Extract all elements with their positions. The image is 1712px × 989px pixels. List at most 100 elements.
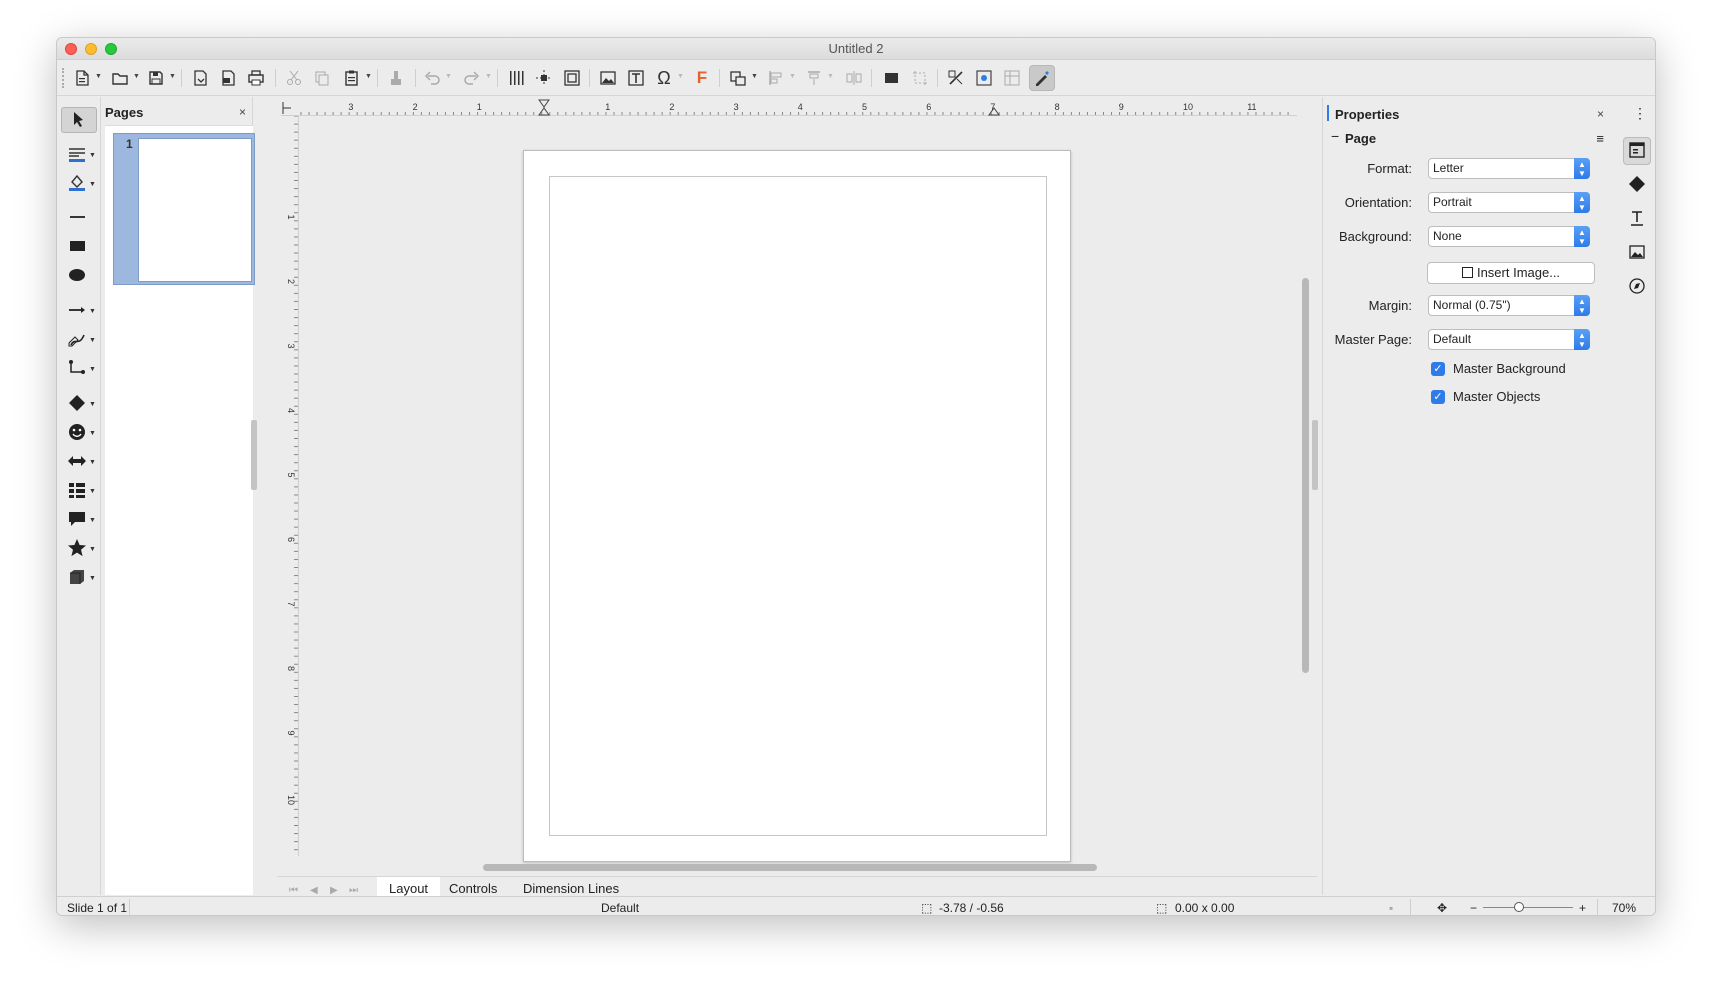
helplines-icon[interactable]: [531, 65, 557, 91]
properties-deck-button[interactable]: [1623, 137, 1651, 165]
properties-accent: [1327, 105, 1329, 121]
line-color-icon: [61, 144, 87, 167]
master-objects-checkbox[interactable]: ✓: [1431, 390, 1445, 404]
select-tool[interactable]: [61, 107, 97, 133]
minimize-window-button[interactable]: [85, 43, 97, 55]
h-ruler-label: 6: [926, 102, 931, 112]
curves-polygons-tool[interactable]: ▼: [61, 327, 97, 353]
connectors-tool[interactable]: ▼: [61, 356, 97, 382]
page-thumbnail-1[interactable]: 1: [113, 133, 255, 285]
new-document-icon[interactable]: [69, 65, 95, 91]
ellipse-tool[interactable]: [61, 263, 97, 289]
background-select[interactable]: None ▲ ▼: [1428, 226, 1590, 247]
cut-icon[interactable]: [281, 65, 307, 91]
navigator-deck-button[interactable]: [1623, 273, 1651, 301]
master-objects-label: Master Objects: [1453, 389, 1541, 404]
copy-icon[interactable]: [309, 65, 335, 91]
stars-tool[interactable]: ▼: [61, 536, 97, 562]
shapes-deck-button[interactable]: [1623, 171, 1651, 199]
rectangle-icon: [61, 236, 87, 259]
line-color-tool[interactable]: ▼: [61, 142, 97, 168]
open-folder-icon[interactable]: [107, 65, 133, 91]
zoom-out-button[interactable]: −: [1470, 901, 1477, 915]
fontwork-icon[interactable]: F: [689, 65, 715, 91]
title-bar: Untitled 2: [57, 38, 1655, 60]
print-icon[interactable]: [243, 65, 269, 91]
redo-icon[interactable]: [459, 65, 485, 91]
horizontal-scrollbar[interactable]: [483, 864, 1097, 871]
3d-objects-tool[interactable]: ▼: [61, 565, 97, 591]
clone-formatting-icon[interactable]: [383, 65, 409, 91]
block-arrows-icon: [61, 451, 87, 474]
zoom-slider-handle[interactable]: [1514, 902, 1524, 912]
symbol-shapes-tool[interactable]: ▼: [61, 420, 97, 446]
insert-textbox-icon[interactable]: [623, 65, 649, 91]
vertical-ruler-ticks: 1 2 3 4 5 6 7 8 9 10: [286, 115, 298, 851]
flowchart-tool[interactable]: ▼: [61, 478, 97, 504]
undo-icon[interactable]: [419, 65, 445, 91]
page-section-collapse-icon[interactable]: −: [1331, 128, 1339, 144]
insert-image-button[interactable]: Insert Image...: [1427, 262, 1595, 284]
shadow-icon[interactable]: [879, 65, 905, 91]
drawing-canvas[interactable]: [299, 116, 1315, 862]
zoom-icon[interactable]: [559, 65, 585, 91]
fit-page-icon[interactable]: ✥: [1437, 901, 1447, 915]
left-panel-splitter[interactable]: [251, 420, 257, 490]
rectangle-tool[interactable]: [61, 234, 97, 260]
show-draw-functions-icon[interactable]: [1029, 65, 1055, 91]
next-layer-icon[interactable]: ▶: [330, 885, 338, 896]
line-tool[interactable]: [61, 205, 97, 231]
glue-points-icon[interactable]: [971, 65, 997, 91]
more-options-icon[interactable]: ⋮: [1633, 105, 1647, 122]
orientation-select[interactable]: Portrait ▲ ▼: [1428, 192, 1590, 213]
basic-shapes-tool[interactable]: ▼: [61, 391, 97, 417]
vertical-scrollbar[interactable]: [1302, 278, 1309, 673]
zoom-level[interactable]: 70%: [1612, 901, 1636, 915]
first-layer-icon[interactable]: ⏮: [289, 885, 298, 896]
properties-close-button[interactable]: ×: [1597, 107, 1604, 121]
transformations-icon[interactable]: [725, 65, 751, 91]
arrange-icon[interactable]: [801, 65, 827, 91]
crop-icon[interactable]: [907, 65, 933, 91]
export-icon[interactable]: [187, 65, 213, 91]
maximize-window-button[interactable]: [105, 43, 117, 55]
page-section-menu-icon[interactable]: ≡: [1596, 131, 1604, 146]
distribute-icon[interactable]: [841, 65, 867, 91]
v-ruler-label: 8: [286, 666, 296, 671]
grid-toggle-icon[interactable]: [999, 65, 1025, 91]
basic-shapes-icon: [61, 393, 87, 416]
paste-icon[interactable]: [339, 65, 365, 91]
toolbar-grip[interactable]: [62, 68, 65, 88]
styles-deck-button[interactable]: [1623, 205, 1651, 233]
zoom-in-button[interactable]: +: [1579, 901, 1586, 915]
styles-icon: [1628, 209, 1646, 230]
horizontal-ruler[interactable]: 3 2 1 1 2 3 4 5 6 7 8 9 10 11: [281, 98, 1297, 116]
special-character-icon[interactable]: Ω: [651, 65, 677, 91]
previous-layer-icon[interactable]: ◀: [310, 885, 318, 896]
drawing-page[interactable]: [523, 150, 1071, 862]
margin-select[interactable]: Normal (0.75") ▲ ▼: [1428, 295, 1590, 316]
vertical-ruler[interactable]: 1 2 3 4 5 6 7 8 9 10: [281, 115, 299, 856]
close-window-button[interactable]: [65, 43, 77, 55]
pages-panel-close-button[interactable]: ×: [239, 105, 246, 119]
h-ruler-label: 1: [605, 102, 610, 112]
lines-arrows-tool[interactable]: ▼: [61, 298, 97, 324]
h-ruler-label: 11: [1247, 102, 1256, 112]
format-select[interactable]: Letter ▲ ▼: [1428, 158, 1590, 179]
align-icon[interactable]: [763, 65, 789, 91]
last-layer-icon[interactable]: ⏭: [349, 885, 358, 896]
save-icon[interactable]: [143, 65, 169, 91]
block-arrows-tool[interactable]: ▼: [61, 449, 97, 475]
master-page-select[interactable]: Default ▲ ▼: [1428, 329, 1590, 350]
toggle-extrusion-icon[interactable]: [943, 65, 969, 91]
export-pdf-icon[interactable]: [215, 65, 241, 91]
insert-image-icon[interactable]: [595, 65, 621, 91]
fill-color-tool[interactable]: ▼: [61, 171, 97, 197]
gallery-deck-button[interactable]: [1623, 239, 1651, 267]
callouts-tool[interactable]: ▼: [61, 507, 97, 533]
zoom-slider[interactable]: [1483, 907, 1573, 908]
grid-icon[interactable]: [503, 65, 529, 91]
right-panel-splitter[interactable]: [1312, 420, 1318, 490]
slide-counter: Slide 1 of 1: [67, 901, 128, 915]
master-background-checkbox[interactable]: ✓: [1431, 362, 1445, 376]
